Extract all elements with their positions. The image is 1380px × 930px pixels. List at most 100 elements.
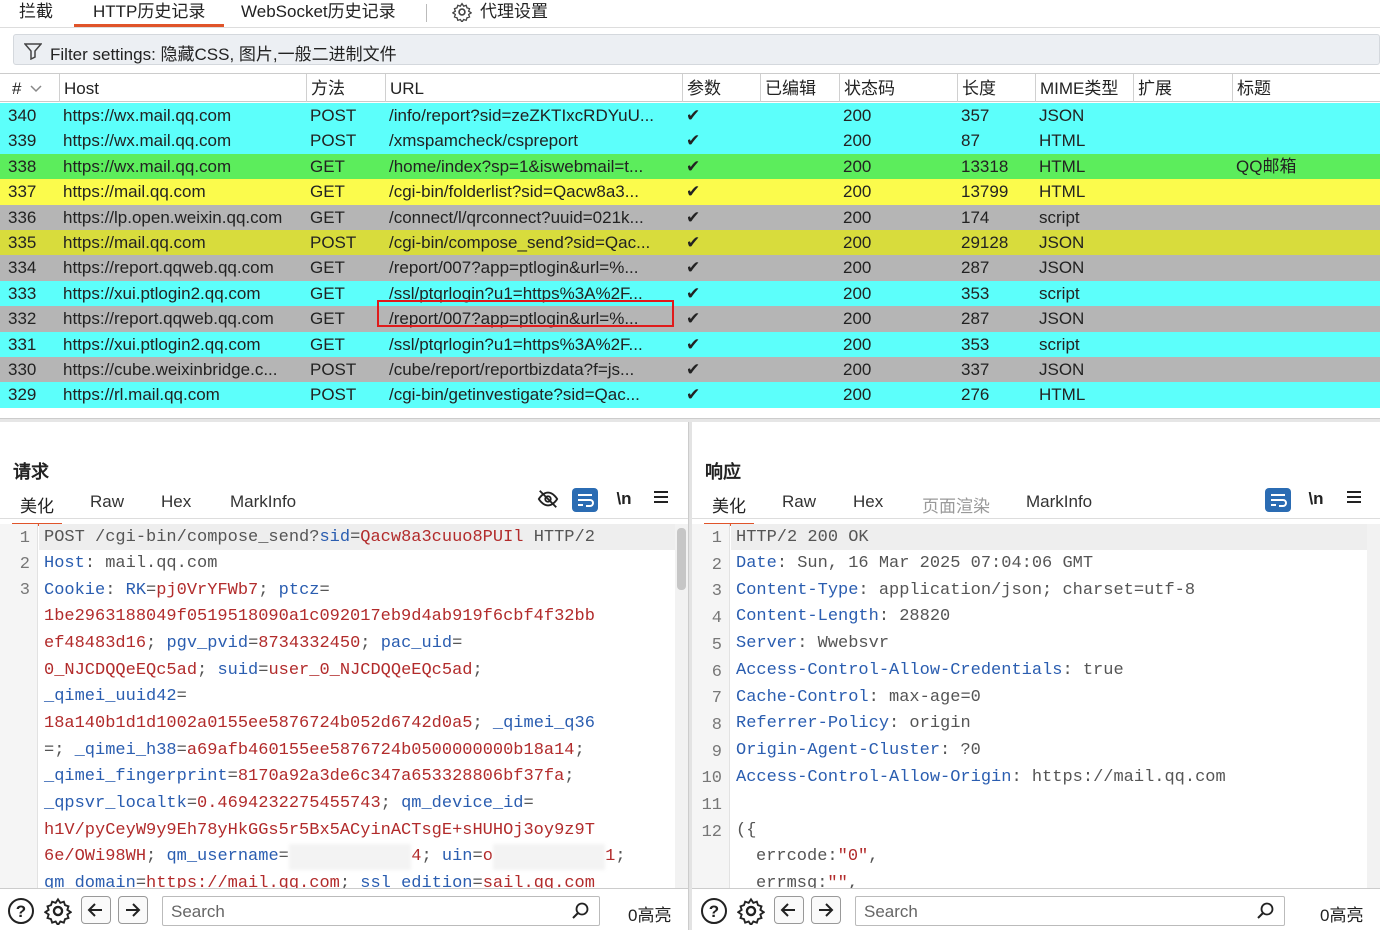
table-cell-status: 200 — [843, 283, 872, 303]
col-header-title[interactable]: 标题 — [1232, 74, 1380, 102]
line-number: 6 — [711, 662, 722, 682]
col-header-host[interactable]: Host — [59, 74, 306, 102]
table-row[interactable]: 335 https://mail.qq.com POST/cgi-bin/compo… — [0, 230, 1380, 256]
wrap-lines-button[interactable] — [1265, 488, 1291, 512]
table-row[interactable]: 331 https://xui.ptlogin2.qq.com GET/ssl/pt… — [0, 331, 1380, 357]
line-number: 12 — [701, 822, 722, 842]
gear-icon — [452, 2, 472, 22]
next-match-button[interactable] — [811, 896, 841, 924]
table-row[interactable]: 340 https://wx.mail.qq.com POST/info/repor… — [0, 103, 1380, 129]
table-cell-params: ✔ — [686, 258, 701, 278]
table-cell-mime: HTML — [1039, 385, 1086, 405]
eye-slash-icon — [537, 490, 559, 508]
table-cell-status: 200 — [843, 156, 872, 176]
request-tab-markinfo[interactable]: MarkInfo — [222, 492, 304, 518]
previous-match-button[interactable] — [774, 896, 804, 924]
response-tab-pretty[interactable]: 美化 — [704, 492, 754, 526]
settings-gear-icon[interactable] — [737, 897, 765, 925]
line-number: 9 — [711, 742, 722, 762]
cookie-line: 18a140b1d1d1002a0155ee5876724b052d6742d0… — [44, 714, 595, 733]
table-row[interactable]: 337 https://mail.qq.com GET/cgi-bin/folder… — [0, 179, 1380, 205]
top-tab-bar: 拦截 HTTP历史记录 WebSocket历史记录 代理设置 — [0, 0, 1380, 28]
table-row[interactable]: 338 https://wx.mail.qq.com GET/home/index?… — [0, 153, 1380, 180]
arrow-right-icon — [126, 903, 141, 917]
tab-intercept[interactable]: 拦截 — [19, 0, 53, 27]
response-header-line: Content-Length: 28820 — [736, 607, 951, 627]
response-tab-hex[interactable]: Hex — [845, 492, 891, 518]
table-row[interactable]: 329 https://rl.mail.qq.com POST/cgi-bin/ge… — [0, 382, 1380, 408]
scrollbar-thumb[interactable] — [677, 528, 686, 590]
table-row[interactable]: 330 https://cube.weixinbridge.c... POST/cu… — [0, 357, 1380, 383]
table-cell-url: /cgi-bin/folderlist?sid=Qacw8a3... — [389, 182, 639, 202]
response-tab-raw[interactable]: Raw — [774, 492, 824, 518]
col-header-ext[interactable]: 扩展 — [1133, 74, 1232, 102]
col-header-mime[interactable]: MIME类型 — [1035, 74, 1133, 102]
table-cell-status: 200 — [843, 207, 872, 227]
table-cell-length: 276 — [961, 385, 990, 405]
table-cell-url: /home/index?sp=1&iswebmail=t... — [389, 156, 644, 176]
redacted-uin: xxxxxxxxxxx — [492, 844, 606, 870]
table-row[interactable]: 334 https://report.qqweb.qq.com GET/report… — [0, 255, 1380, 281]
col-header-method[interactable]: 方法 — [306, 74, 385, 102]
settings-gear-icon[interactable] — [44, 897, 72, 925]
col-header-num[interactable]: # — [0, 74, 59, 102]
table-cell-params: ✔ — [686, 360, 701, 379]
previous-match-button[interactable] — [81, 896, 111, 924]
request-menu-button[interactable] — [648, 488, 674, 512]
next-match-button[interactable] — [118, 896, 148, 924]
table-cell-method: POST — [310, 385, 357, 405]
request-tab-pretty[interactable]: 美化 — [12, 492, 62, 526]
response-tab-markinfo[interactable]: MarkInfo — [1018, 492, 1100, 518]
cookie-line: _qpsvr_localtk=0.4694232275455743; qm_de… — [44, 794, 534, 813]
response-editor[interactable]: 1 2 3 4 5 6 7 8 9 10 11 12 HTTP/2 200 OK Date: Sun,… — [692, 524, 1380, 888]
table-cell-mime: script — [1039, 334, 1080, 354]
wrap-lines-button[interactable] — [572, 488, 598, 512]
response-menu-button[interactable] — [1341, 488, 1367, 512]
table-cell-num: 330 — [8, 360, 37, 379]
table-cell-title — [1232, 332, 1380, 357]
proxy-settings-label: 代理设置 — [480, 2, 548, 21]
response-title: 响应 — [705, 462, 741, 482]
response-search-input[interactable]: Search — [855, 896, 1285, 926]
table-row[interactable]: 336 https://lp.open.weixin.qq.com GET/conn… — [0, 204, 1380, 230]
table-cell-length: 357 — [961, 106, 990, 125]
search-placeholder: Search — [864, 902, 918, 921]
help-icon[interactable]: ? — [700, 897, 728, 925]
tab-http-history[interactable]: HTTP历史记录 — [74, 0, 225, 27]
line-number: 1 — [711, 529, 722, 548]
line-number: 3 — [19, 581, 30, 600]
col-header-edited[interactable]: 已编辑 — [760, 74, 839, 102]
cookie-line: ef48483d16; pgv_pvid=8734332450; pac_uid… — [44, 634, 463, 653]
col-header-params[interactable]: 参数 — [682, 74, 760, 102]
help-icon[interactable]: ? — [7, 897, 35, 925]
arrow-right-icon — [819, 903, 834, 917]
request-vertical-scrollbar[interactable] — [675, 524, 688, 888]
response-vertical-scrollbar[interactable] — [1367, 524, 1380, 888]
request-editor[interactable]: 1 2 3 POST /cgi-bin/compose_send?sid=Qac… — [0, 524, 688, 888]
table-cell-params: ✔ — [686, 283, 701, 303]
table-cell-num: 336 — [8, 207, 37, 227]
search-placeholder: Search — [171, 902, 225, 921]
col-header-length[interactable]: 长度 — [957, 74, 1035, 102]
col-header-status[interactable]: 状态码 — [839, 74, 957, 102]
tab-websocket-history[interactable]: WebSocket历史记录 — [241, 0, 396, 27]
response-header-line: Server: Wwebsvr — [736, 634, 890, 654]
request-search-input[interactable]: Search — [162, 896, 600, 926]
request-tab-hex[interactable]: Hex — [153, 492, 199, 518]
table-row[interactable]: 333 https://xui.ptlogin2.qq.com GET/ssl/pt… — [0, 280, 1380, 307]
filter-bar[interactable]: Filter settings: 隐藏CSS, 图片,一般二进制文件 — [13, 34, 1380, 65]
show-newlines-button[interactable]: \n — [1303, 488, 1329, 512]
request-tab-raw[interactable]: Raw — [82, 492, 132, 518]
table-cell-mime: script — [1039, 207, 1080, 227]
table-row[interactable]: 332 https://report.qqweb.qq.com GET/report… — [0, 306, 1380, 332]
table-row[interactable]: 339 https://wx.mail.qq.com POST/xmspamchec… — [0, 128, 1380, 154]
filter-settings-text: Filter settings: 隐藏CSS, 图片,一般二进制文件 — [50, 45, 397, 64]
line-number: 5 — [711, 635, 722, 655]
table-cell-length: 353 — [961, 283, 990, 303]
hide-eye-button[interactable] — [535, 488, 561, 512]
show-newlines-button[interactable]: \n — [611, 488, 637, 512]
response-status-line: HTTP/2 200 OK — [736, 528, 869, 547]
col-header-url[interactable]: URL — [385, 74, 682, 102]
response-header-line: Origin-Agent-Cluster: ?0 — [736, 740, 981, 760]
tab-proxy-settings[interactable]: 代理设置 — [452, 0, 548, 27]
